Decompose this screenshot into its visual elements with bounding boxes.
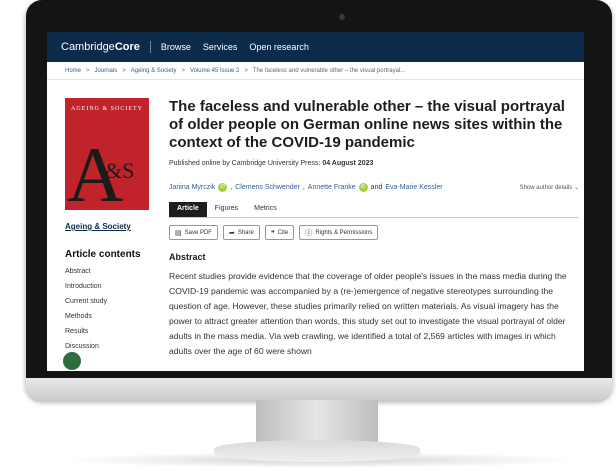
sidebar: AGEING & SOCIETY A &S Ageing & Society A… — [65, 98, 149, 350]
camera-icon — [339, 14, 345, 20]
article-main: The faceless and vulnerable other – the … — [169, 98, 579, 359]
cite-button[interactable]: ❝ Cite — [264, 225, 295, 240]
cover-letter-amp: &S — [105, 158, 135, 183]
quote-icon: ❝ — [270, 229, 275, 237]
nav-services[interactable]: Services — [203, 42, 238, 52]
orcid-icon[interactable]: iD — [218, 183, 228, 192]
contents-item-abstract[interactable]: Abstract — [65, 268, 149, 275]
monitor-photo: CambridgeCore Browse Services Open resea… — [0, 0, 616, 471]
monitor-stand-neck — [256, 400, 378, 444]
screen: CambridgeCore Browse Services Open resea… — [47, 32, 584, 371]
breadcrumb-journal[interactable]: Ageing & Society — [131, 68, 177, 74]
breadcrumb-current: The faceless and vulnerable other – the … — [252, 67, 406, 74]
authors-and: and — [370, 184, 383, 191]
article-toolbar: ▤ Save PDF ➦ Share ❝ Cite ⓒ Rights & Permiss… — [169, 225, 579, 240]
share-icon: ➦ — [228, 229, 235, 237]
site-logo[interactable]: CambridgeCore — [61, 41, 140, 53]
contents-heading: Article contents — [65, 249, 141, 260]
breadcrumb: Home > Journals > Ageing & Society > Volume… — [47, 62, 584, 80]
nav-open-research[interactable]: Open research — [249, 42, 309, 52]
breadcrumb-home[interactable]: Home — [65, 68, 81, 74]
monitor-chin — [26, 378, 612, 402]
author-link[interactable]: Annette Franke — [308, 184, 356, 191]
site-header: CambridgeCore Browse Services Open resea… — [47, 32, 584, 62]
monitor-stand-base — [214, 440, 420, 462]
floating-badge-icon[interactable] — [61, 350, 83, 371]
show-author-details-button[interactable]: Show author details ⌄ — [520, 184, 579, 191]
share-button[interactable]: ➦ Share — [222, 225, 260, 240]
tab-metrics[interactable]: Metrics — [246, 202, 285, 217]
journal-cover[interactable]: AGEING & SOCIETY A &S — [65, 98, 149, 210]
published-date: 04 August 2023 — [322, 160, 374, 167]
chevron-down-icon: ⌄ — [573, 185, 579, 191]
abstract-heading: Abstract — [169, 252, 206, 262]
orcid-icon[interactable]: iD — [358, 183, 368, 192]
nav-browse[interactable]: Browse — [161, 42, 191, 52]
tab-article[interactable]: Article — [169, 202, 207, 217]
contents-list: Abstract Introduction Current study Meth… — [65, 268, 149, 350]
header-divider — [149, 41, 151, 53]
contents-item-methods[interactable]: Methods — [65, 313, 149, 320]
author-link[interactable]: Clemens Schwender — [235, 184, 300, 191]
journal-link[interactable]: Ageing & Society — [65, 222, 149, 231]
published-line: Published online by Cambridge University… — [169, 160, 374, 167]
abstract-text: Recent studies provide evidence that the… — [169, 271, 567, 356]
author-link[interactable]: Janina Myrczik — [169, 184, 215, 191]
author-list: Janina Myrczik iD, Clemens Schwender, Ann… — [169, 183, 579, 192]
contents-item-current-study[interactable]: Current study — [65, 298, 149, 305]
article-title: The faceless and vulnerable other – the … — [169, 98, 565, 151]
article-tabs: Article Figures Metrics — [169, 202, 579, 218]
contents-item-discussion[interactable]: Discussion — [65, 343, 149, 350]
rights-permissions-button[interactable]: ⓒ Rights & Permissions — [299, 225, 379, 240]
author-link[interactable]: Eva-Marie Kessler — [385, 184, 442, 191]
cover-title: AGEING & SOCIETY — [71, 106, 143, 112]
pdf-icon: ▤ — [175, 229, 182, 237]
tab-figures[interactable]: Figures — [207, 202, 246, 217]
contents-item-results[interactable]: Results — [65, 328, 149, 335]
contents-item-introduction[interactable]: Introduction — [65, 283, 149, 290]
breadcrumb-volume[interactable]: Volume 45 Issue 2 — [190, 68, 239, 74]
save-pdf-button[interactable]: ▤ Save PDF — [169, 225, 218, 240]
breadcrumb-journals[interactable]: Journals — [95, 68, 118, 74]
permissions-icon: ⓒ — [305, 229, 313, 237]
